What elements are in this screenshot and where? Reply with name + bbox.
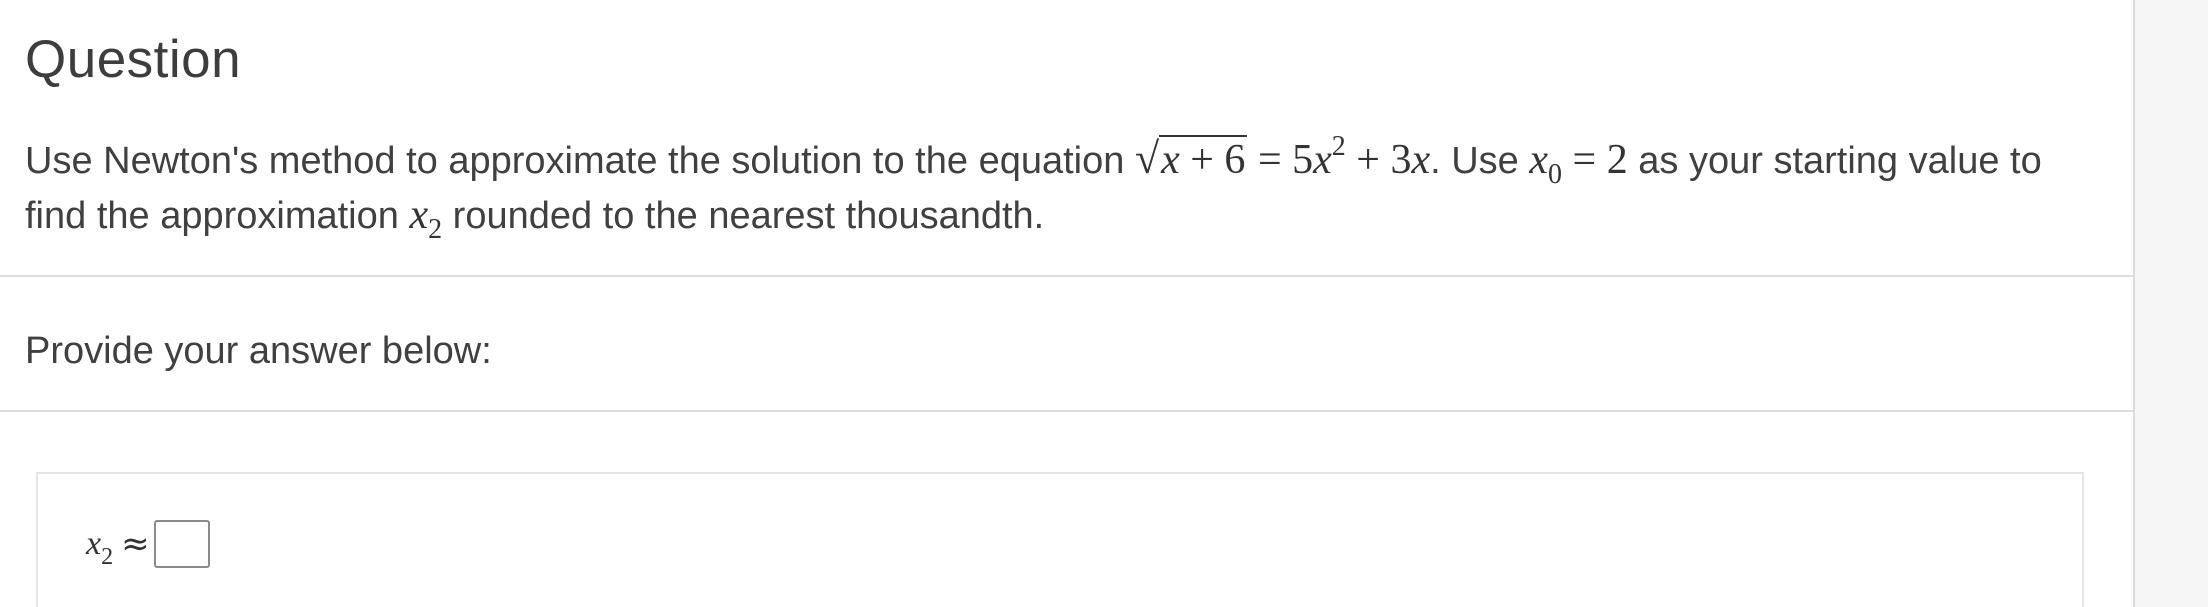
- sqrt-radicand: x + 6: [1159, 135, 1248, 183]
- answer-input[interactable]: [153, 520, 210, 568]
- section-divider: [0, 410, 2133, 412]
- answer-area: x2 ≈: [36, 472, 2084, 607]
- question-lead: Use Newton's method to approximate the s…: [25, 140, 1135, 182]
- approx-symbol: ≈: [121, 524, 150, 564]
- exponent: 2: [1331, 131, 1346, 162]
- page-title: Question: [25, 30, 242, 89]
- answer-prompt: Provide your answer below:: [25, 330, 492, 372]
- question-panel: Question Use Newton's method to approxim…: [0, 0, 2133, 607]
- answer-variable: x2: [86, 525, 114, 570]
- right-side-panel: [2133, 0, 2208, 607]
- starting-value: x0 = 2: [1529, 137, 1628, 190]
- question-mid: . Use: [1430, 140, 1530, 182]
- section-divider: [0, 275, 2133, 277]
- question-tail-2: rounded to the nearest thousandth.: [442, 195, 1045, 237]
- sqrt-symbol: √: [1134, 134, 1160, 183]
- answer-row: x2 ≈: [86, 514, 210, 574]
- target-variable: x2: [409, 192, 443, 245]
- question-text: Use Newton's method to approximate the s…: [25, 131, 2085, 245]
- equation: √x + 6 = 5x2 + 3x: [1134, 131, 1431, 183]
